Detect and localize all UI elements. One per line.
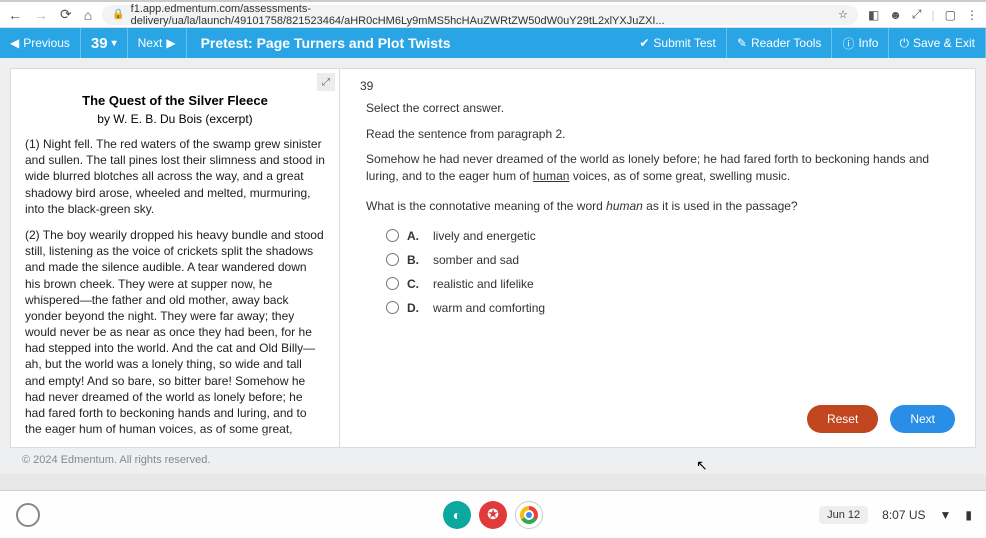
info-icon: ⓘ xyxy=(842,35,854,52)
app-icon-1[interactable]: ◐ xyxy=(443,501,471,529)
reader-tools-button[interactable]: ✎ Reader Tools xyxy=(727,28,833,58)
option-b-radio[interactable] xyxy=(386,253,399,266)
qnum-value: 39 xyxy=(91,35,108,52)
save-exit-label: Save & Exit xyxy=(913,36,975,50)
copyright: © 2024 Edmentum. All rights reserved. xyxy=(10,448,976,472)
assessment-title: Pretest: Page Turners and Plot Twists xyxy=(187,35,451,51)
exit-icon: ⏻ xyxy=(899,36,909,51)
browser-toolbar: ← → ⟳ ⌂ 🔒 f1.app.edmentum.com/assessment… xyxy=(0,2,986,28)
submit-test-button[interactable]: ✔ Submit Test xyxy=(629,28,727,58)
next-label: Next xyxy=(138,36,163,50)
passage-title: The Quest of the Silver Fleece xyxy=(25,93,325,108)
forward-icon[interactable]: → xyxy=(34,7,48,23)
lock-icon: 🔒 xyxy=(112,9,124,20)
option-a[interactable]: A. lively and energetic xyxy=(386,229,955,243)
wifi-icon[interactable]: ▼ xyxy=(940,508,952,522)
question-panel: 39 Select the correct answer. Read the s… xyxy=(340,68,976,448)
extension-icon[interactable]: ◧ xyxy=(868,8,879,22)
taskbar-time[interactable]: 8:07 US xyxy=(882,508,925,522)
expand-icon[interactable]: ⤢ xyxy=(317,73,335,91)
url-text: f1.app.edmentum.com/assessments-delivery… xyxy=(131,3,838,27)
reset-button[interactable]: Reset xyxy=(807,405,878,433)
info-label: Info xyxy=(858,36,878,50)
answer-options: A. lively and energetic B. somber and sa… xyxy=(386,229,955,315)
tools-label: Reader Tools xyxy=(751,36,822,50)
star-icon[interactable]: ☆ xyxy=(838,8,848,21)
reload-icon[interactable]: ⟳ xyxy=(60,6,72,23)
battery-icon[interactable]: ▮ xyxy=(965,508,972,522)
question-read: Read the sentence from paragraph 2. xyxy=(366,127,955,141)
passage-byline: by W. E. B. Du Bois (excerpt) xyxy=(25,112,325,126)
wrench-icon: ✎ xyxy=(737,36,747,50)
check-icon: ✔ xyxy=(639,36,649,50)
info-button[interactable]: ⓘ Info xyxy=(832,28,889,58)
profile-icon[interactable]: ☻ xyxy=(889,8,902,22)
menu-icon[interactable]: ⋮ xyxy=(966,8,978,22)
taskbar-date[interactable]: Jun 12 xyxy=(819,506,868,524)
app-icon-2[interactable]: ✪ xyxy=(479,501,507,529)
question-instruction: Select the correct answer. xyxy=(366,101,955,115)
question-next-button[interactable]: Next xyxy=(890,405,955,433)
passage-panel: ⤢ The Quest of the Silver Fleece by W. E… xyxy=(10,68,340,448)
chrome-icon[interactable] xyxy=(515,501,543,529)
option-c[interactable]: C. realistic and lifelike xyxy=(386,277,955,291)
chevron-right-icon: ▶ xyxy=(166,36,175,50)
passage-p1: (1) Night fell. The red waters of the sw… xyxy=(25,136,325,217)
shelf-circle-icon[interactable] xyxy=(16,503,40,527)
passage-p2: (2) The boy wearily dropped his heavy bu… xyxy=(25,227,325,437)
option-d-radio[interactable] xyxy=(386,301,399,314)
question-number-dropdown[interactable]: 39 ▾ xyxy=(81,28,128,58)
option-d[interactable]: D. warm and comforting xyxy=(386,301,955,315)
option-b-text: somber and sad xyxy=(433,253,519,267)
option-c-text: realistic and lifelike xyxy=(433,277,534,291)
chevron-down-icon: ▾ xyxy=(112,38,117,49)
chevron-left-icon: ◀ xyxy=(10,36,19,50)
previous-label: Previous xyxy=(23,36,70,50)
option-c-radio[interactable] xyxy=(386,277,399,290)
question-number: 39 xyxy=(360,79,955,93)
back-icon[interactable]: ← xyxy=(8,7,22,23)
option-b[interactable]: B. somber and sad xyxy=(386,253,955,267)
submit-label: Submit Test xyxy=(653,36,715,50)
install-icon[interactable]: ⤢ xyxy=(912,7,922,22)
next-button[interactable]: Next ▶ xyxy=(128,28,187,58)
option-d-text: warm and comforting xyxy=(433,301,545,315)
question-prompt: What is the connotative meaning of the w… xyxy=(366,199,955,213)
home-icon[interactable]: ⌂ xyxy=(84,7,92,23)
taskbar: ◐ ✪ Jun 12 8:07 US ▼ ▮ xyxy=(0,490,986,538)
option-a-text: lively and energetic xyxy=(433,229,536,243)
save-exit-button[interactable]: ⏻ Save & Exit xyxy=(889,28,986,58)
content-area: ⤢ The Quest of the Silver Fleece by W. E… xyxy=(0,58,986,474)
assessment-header: ◀ Previous 39 ▾ Next ▶ Pretest: Page Tur… xyxy=(0,28,986,58)
question-quote: Somehow he had never dreamed of the worl… xyxy=(366,151,955,185)
previous-button[interactable]: ◀ Previous xyxy=(0,28,81,58)
panel-icon[interactable]: ▢ xyxy=(945,8,956,22)
option-a-radio[interactable] xyxy=(386,229,399,242)
passage-body: (1) Night fell. The red waters of the sw… xyxy=(25,136,325,437)
url-bar[interactable]: 🔒 f1.app.edmentum.com/assessments-delive… xyxy=(102,5,858,25)
